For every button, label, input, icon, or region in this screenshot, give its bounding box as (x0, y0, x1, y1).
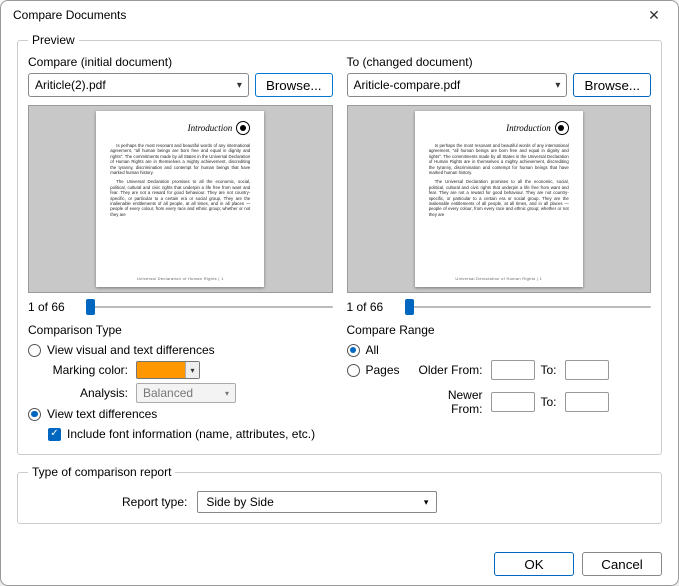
compare-page-thumbnail: Introduction Is perhaps the most resonan… (96, 111, 264, 287)
to-column: To (changed document) Ariticle-compare.p… (347, 55, 652, 315)
chevron-down-icon: ▾ (225, 389, 229, 398)
thumb-footer: Universal Declaration of Human Rights | … (110, 276, 250, 281)
report-type-group: Type of comparison report Report type: S… (17, 465, 662, 524)
compare-page-counter: 1 of 66 (28, 300, 78, 314)
close-icon: ✕ (648, 7, 660, 24)
radio-range-all[interactable]: All (347, 343, 652, 357)
to-label: To (changed document) (347, 55, 652, 69)
thumb-paragraph: The Universal Declaration promises to al… (110, 179, 250, 217)
report-type-label: Report type: (122, 495, 187, 509)
newer-to-input[interactable] (565, 392, 609, 412)
ok-button[interactable]: OK (494, 552, 574, 576)
slider-thumb[interactable] (405, 299, 414, 315)
radio-visual-text-label: View visual and text differences (47, 343, 215, 357)
compare-label: Compare (initial document) (28, 55, 333, 69)
older-to-input[interactable] (565, 360, 609, 380)
analysis-select[interactable]: Balanced ▾ (136, 383, 236, 403)
checkbox-checked-icon: ✓ (48, 428, 61, 441)
newer-from-input[interactable] (491, 392, 535, 412)
report-type-select[interactable]: Side by Side ▾ (197, 491, 437, 513)
compare-documents-dialog: Compare Documents ✕ Preview Compare (ini… (0, 0, 679, 586)
radio-range-all-label: All (366, 343, 379, 357)
thumb-paragraph: Is perhaps the most resonant and beautif… (429, 143, 569, 175)
older-from-label: Older From: (417, 363, 487, 377)
dialog-title: Compare Documents (13, 8, 126, 22)
marking-color-label: Marking color: (48, 363, 128, 377)
close-button[interactable]: ✕ (634, 1, 674, 29)
to-page-counter: 1 of 66 (347, 300, 397, 314)
newer-to-label: To: (539, 395, 561, 409)
cancel-button[interactable]: Cancel (582, 552, 662, 576)
radio-range-pages-label: Pages (366, 363, 400, 377)
radio-text-only-label: View text differences (47, 407, 157, 421)
compare-filename: Ariticle(2).pdf (35, 78, 106, 92)
chevron-down-icon: ▾ (237, 80, 242, 91)
comparison-type-title: Comparison Type (28, 323, 333, 337)
page-header: Introduction (506, 123, 551, 133)
include-font-checkbox[interactable]: ✓ Include font information (name, attrib… (48, 427, 333, 441)
include-font-label: Include font information (name, attribut… (67, 427, 315, 441)
compare-column: Compare (initial document) Ariticle(2).p… (28, 55, 333, 315)
radio-icon (347, 364, 360, 377)
to-browse-button[interactable]: Browse... (573, 73, 651, 97)
to-page-thumbnail: Introduction Is perhaps the most resonan… (415, 111, 583, 287)
page-header: Introduction (188, 123, 233, 133)
slider-thumb[interactable] (86, 299, 95, 315)
radio-icon (28, 408, 41, 421)
document-logo-icon (236, 121, 250, 135)
compare-range-section: Compare Range All Pages Older From: To: (347, 323, 652, 444)
compare-preview: Introduction Is perhaps the most resonan… (28, 105, 333, 293)
to-filename: Ariticle-compare.pdf (354, 78, 461, 92)
analysis-value: Balanced (143, 386, 193, 400)
radio-icon (347, 344, 360, 357)
preview-group: Preview Compare (initial document) Ariti… (17, 33, 662, 455)
to-file-dropdown[interactable]: Ariticle-compare.pdf ▾ (347, 73, 568, 97)
compare-range-title: Compare Range (347, 323, 652, 337)
dialog-content: Preview Compare (initial document) Ariti… (1, 29, 678, 542)
preview-legend: Preview (28, 33, 79, 47)
marking-color-picker[interactable]: ▾ (136, 361, 200, 379)
radio-icon (28, 344, 41, 357)
slider-track (405, 306, 652, 308)
chevron-down-icon: ▾ (424, 497, 429, 508)
to-page-slider[interactable] (405, 299, 652, 315)
titlebar: Compare Documents ✕ (1, 1, 678, 29)
thumb-footer: Universal Declaration of Human Rights | … (429, 276, 569, 281)
compare-page-slider[interactable] (86, 299, 333, 315)
document-logo-icon (555, 121, 569, 135)
radio-text-only[interactable]: View text differences (28, 407, 333, 421)
older-to-label: To: (539, 363, 561, 377)
analysis-label: Analysis: (48, 386, 128, 400)
to-preview: Introduction Is perhaps the most resonan… (347, 105, 652, 293)
chevron-down-icon: ▾ (555, 80, 560, 91)
radio-visual-text[interactable]: View visual and text differences (28, 343, 333, 357)
thumb-paragraph: Is perhaps the most resonant and beautif… (110, 143, 250, 175)
older-from-input[interactable] (491, 360, 535, 380)
report-type-legend: Type of comparison report (28, 465, 175, 479)
slider-track (86, 306, 333, 308)
report-type-value: Side by Side (206, 495, 273, 509)
comparison-type-section: Comparison Type View visual and text dif… (28, 323, 333, 444)
dialog-footer: OK Cancel (1, 542, 678, 586)
chevron-down-icon: ▾ (185, 362, 199, 378)
compare-browse-button[interactable]: Browse... (255, 73, 333, 97)
compare-file-dropdown[interactable]: Ariticle(2).pdf ▾ (28, 73, 249, 97)
newer-from-label: Newer From: (417, 388, 487, 416)
thumb-paragraph: The Universal Declaration promises to al… (429, 179, 569, 217)
